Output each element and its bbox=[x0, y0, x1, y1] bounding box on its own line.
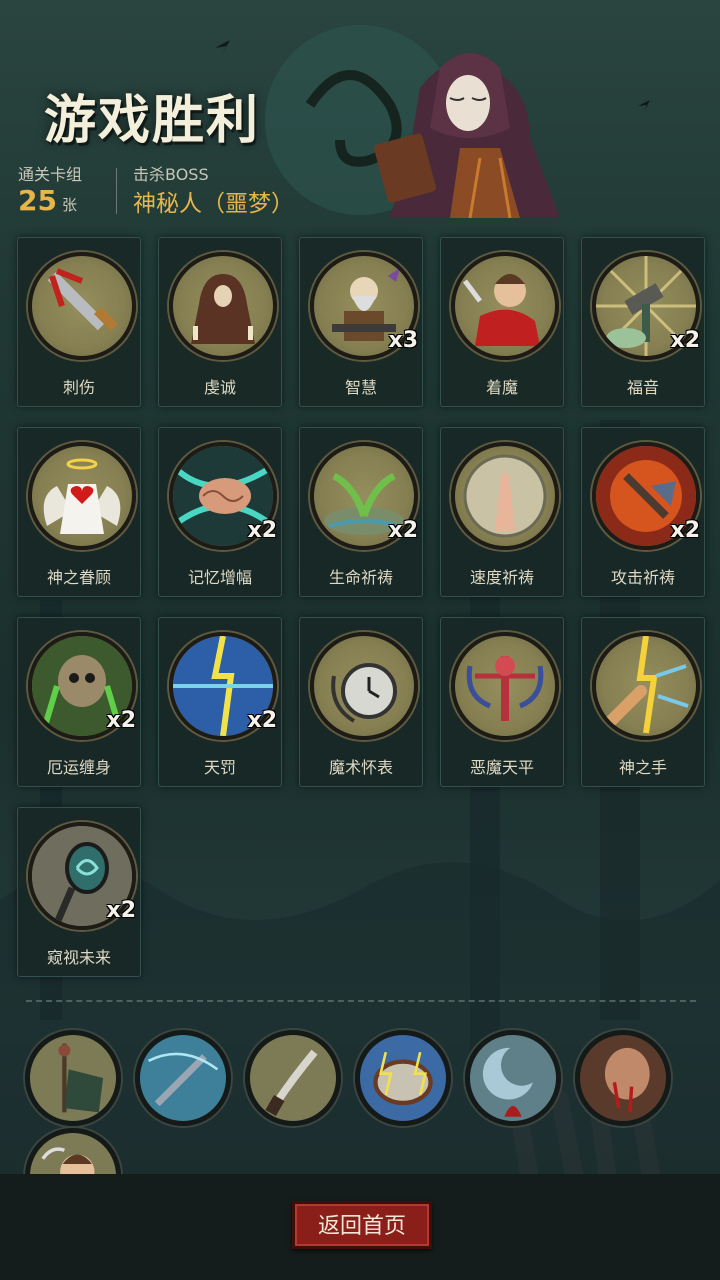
praying-hands-clock-icon bbox=[451, 442, 559, 550]
stat-divider bbox=[116, 168, 117, 214]
card-count: x2 bbox=[106, 898, 137, 923]
deck-card[interactable]: 刺伤 bbox=[17, 237, 141, 407]
storm-dagger-icon[interactable] bbox=[135, 1030, 231, 1126]
card-name: 恶魔天平 bbox=[469, 758, 534, 777]
card-name: 速度祈祷 bbox=[469, 568, 534, 587]
card-name: 智慧 bbox=[344, 378, 377, 397]
return-home-button[interactable]: 返回首页 bbox=[292, 1201, 432, 1249]
bloody-sword-icon bbox=[28, 252, 136, 360]
deck-label: 通关卡组 bbox=[18, 165, 83, 184]
card-name: 记忆增幅 bbox=[187, 568, 252, 587]
deck-card[interactable]: x2 厄运缠身 bbox=[17, 617, 141, 787]
card-name: 攻击祈祷 bbox=[610, 568, 675, 587]
pocket-watch-icon bbox=[310, 632, 418, 740]
card-count: x2 bbox=[106, 708, 137, 733]
deck-card[interactable]: x2 攻击祈祷 bbox=[581, 427, 705, 597]
deck-card[interactable]: 神之眷顾 bbox=[17, 427, 141, 597]
deck-card[interactable]: 魔术怀表 bbox=[299, 617, 423, 787]
card-name: 魔术怀表 bbox=[328, 758, 393, 777]
card-count: x3 bbox=[388, 328, 419, 353]
deck-card[interactable]: 虔诚 bbox=[158, 237, 282, 407]
deck-card[interactable]: x3 智慧 bbox=[299, 237, 423, 407]
card-name: 神之手 bbox=[618, 758, 667, 777]
card-name: 窥视未来 bbox=[46, 948, 111, 967]
card-name: 生命祈祷 bbox=[328, 568, 393, 587]
card-name: 福音 bbox=[626, 378, 659, 397]
deck-unit: 张 bbox=[62, 196, 78, 214]
deck-card[interactable]: x2 窥视未来 bbox=[17, 807, 141, 977]
hooded-boss-portrait bbox=[373, 53, 560, 219]
lightning-hand-icon bbox=[592, 632, 700, 740]
deck-card[interactable]: 恶魔天平 bbox=[440, 617, 564, 787]
deck-card[interactable]: x2 记忆增幅 bbox=[158, 427, 282, 597]
card-name: 厄运缠身 bbox=[46, 758, 111, 777]
card-name: 着魔 bbox=[485, 378, 518, 397]
card-count: x2 bbox=[247, 708, 278, 733]
curved-knife-icon[interactable] bbox=[245, 1030, 341, 1126]
card-name: 刺伤 bbox=[62, 378, 95, 397]
scarecrow-banner-icon[interactable] bbox=[25, 1030, 121, 1126]
card-count: x2 bbox=[670, 328, 701, 353]
bleeding-brute-icon[interactable] bbox=[575, 1030, 671, 1126]
deck-card[interactable]: x2 生命祈祷 bbox=[299, 427, 423, 597]
boss-label: 击杀BOSS bbox=[133, 165, 209, 184]
card-count: x2 bbox=[388, 518, 419, 543]
deck-card[interactable]: x2 福音 bbox=[581, 237, 705, 407]
boss-name: 神秘人（噩梦） bbox=[133, 191, 294, 217]
deck-card[interactable]: 速度祈祷 bbox=[440, 427, 564, 597]
lightning-compass-icon[interactable] bbox=[355, 1030, 451, 1126]
deck-count: 25 bbox=[18, 184, 57, 217]
card-name: 天罚 bbox=[203, 758, 236, 777]
deck-card[interactable]: 着魔 bbox=[440, 237, 564, 407]
page-title: 游戏胜利 bbox=[44, 91, 261, 151]
card-count: x2 bbox=[670, 518, 701, 543]
crescent-moon-icon[interactable] bbox=[465, 1030, 561, 1126]
card-name: 虔诚 bbox=[203, 378, 236, 397]
praying-hooded-figure-icon bbox=[169, 252, 277, 360]
deck-card[interactable]: 神之手 bbox=[581, 617, 705, 787]
card-name: 神之眷顾 bbox=[46, 568, 111, 587]
section-divider bbox=[26, 1000, 696, 1002]
victory-header: 游戏胜利 通关卡组 25 张 击杀BOSS 神秘人（噩梦） bbox=[0, 0, 720, 225]
angel-heart-icon bbox=[28, 442, 136, 550]
demon-scale-icon bbox=[451, 632, 559, 740]
deck-card[interactable]: x2 天罚 bbox=[158, 617, 282, 787]
card-count: x2 bbox=[247, 518, 278, 543]
possessed-boy-icon bbox=[451, 252, 559, 360]
